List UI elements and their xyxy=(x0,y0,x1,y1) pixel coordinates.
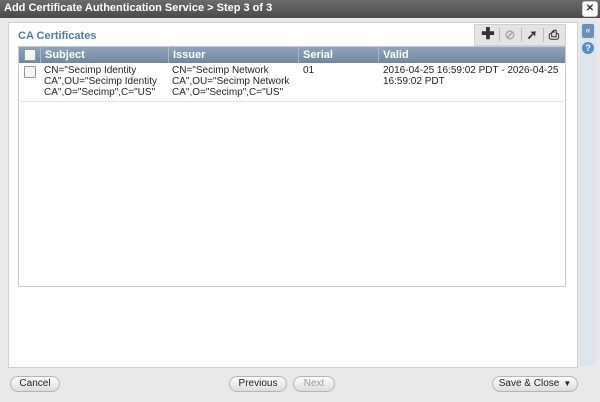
chevron-down-icon: ▼ xyxy=(563,379,572,388)
close-icon[interactable]: ✕ xyxy=(582,1,598,17)
save-close-label: Save & Close xyxy=(498,378,560,389)
window-titlebar: Add Certificate Authentication Service >… xyxy=(0,0,600,18)
plus-icon[interactable]: ✚ xyxy=(479,27,497,43)
certificates-table: Subject Issuer Serial Valid CN="Secimp I… xyxy=(18,46,566,287)
subject-line: CA",O="Secimp",C="US" xyxy=(44,87,156,98)
cancel-button[interactable]: Cancel xyxy=(10,376,60,392)
issuer-line: CN="Secimp Network xyxy=(172,65,269,76)
valid-line: 2016-04-25 16:59:02 PDT - 2026-04-25 xyxy=(383,65,559,76)
row-checkbox[interactable] xyxy=(24,66,36,78)
grid-toolbar: ✚ ⊘ ➚ ⎙ xyxy=(474,24,566,46)
export-icon[interactable]: ➚ xyxy=(523,27,541,43)
issuer-cell: CN="Secimp Network CA",OU="Secimp Networ… xyxy=(172,65,298,98)
help-icon[interactable]: ? xyxy=(582,42,594,54)
disable-icon[interactable]: ⊘ xyxy=(501,27,519,43)
table-row[interactable]: CN="Secimp Identity CA",OU="Secimp Ident… xyxy=(19,63,565,102)
issuer-line: CA",OU="Secimp Network xyxy=(172,76,290,87)
toolbar-divider xyxy=(543,28,544,42)
table-header: Subject Issuer Serial Valid xyxy=(19,47,565,63)
subject-line: CN="Secimp Identity xyxy=(44,65,137,76)
column-header-subject[interactable]: Subject xyxy=(41,47,169,63)
subject-cell: CN="Secimp Identity CA",OU="Secimp Ident… xyxy=(44,65,168,98)
select-all-checkbox[interactable] xyxy=(24,49,36,61)
window-title: Add Certificate Authentication Service >… xyxy=(4,2,273,14)
toolbar-divider xyxy=(499,28,500,42)
dialog-footer: Cancel Previous Next Save & Close ▼ xyxy=(0,368,600,402)
toolbar-divider xyxy=(521,28,522,42)
collapse-panel-icon[interactable]: « xyxy=(582,24,594,38)
valid-cell: 2016-04-25 16:59:02 PDT - 2026-04-25 16:… xyxy=(383,65,563,87)
save-close-button[interactable]: Save & Close ▼ xyxy=(492,376,578,392)
subject-line: CA",OU="Secimp Identity xyxy=(44,76,157,87)
column-header-serial[interactable]: Serial xyxy=(299,47,379,63)
issuer-line: CA",O="Secimp",C="US" xyxy=(172,87,284,98)
valid-line: 16:59:02 PDT xyxy=(383,76,445,87)
select-all-cell xyxy=(19,47,41,63)
section-title: CA Certificates xyxy=(18,30,97,42)
serial-cell: 01 xyxy=(303,65,315,76)
column-header-issuer[interactable]: Issuer xyxy=(169,47,299,63)
next-button[interactable]: Next xyxy=(293,376,335,392)
side-rail: « ? xyxy=(580,22,596,366)
previous-button[interactable]: Previous xyxy=(229,376,287,392)
print-icon[interactable]: ⎙ xyxy=(545,27,563,43)
column-header-valid[interactable]: Valid xyxy=(379,47,565,63)
